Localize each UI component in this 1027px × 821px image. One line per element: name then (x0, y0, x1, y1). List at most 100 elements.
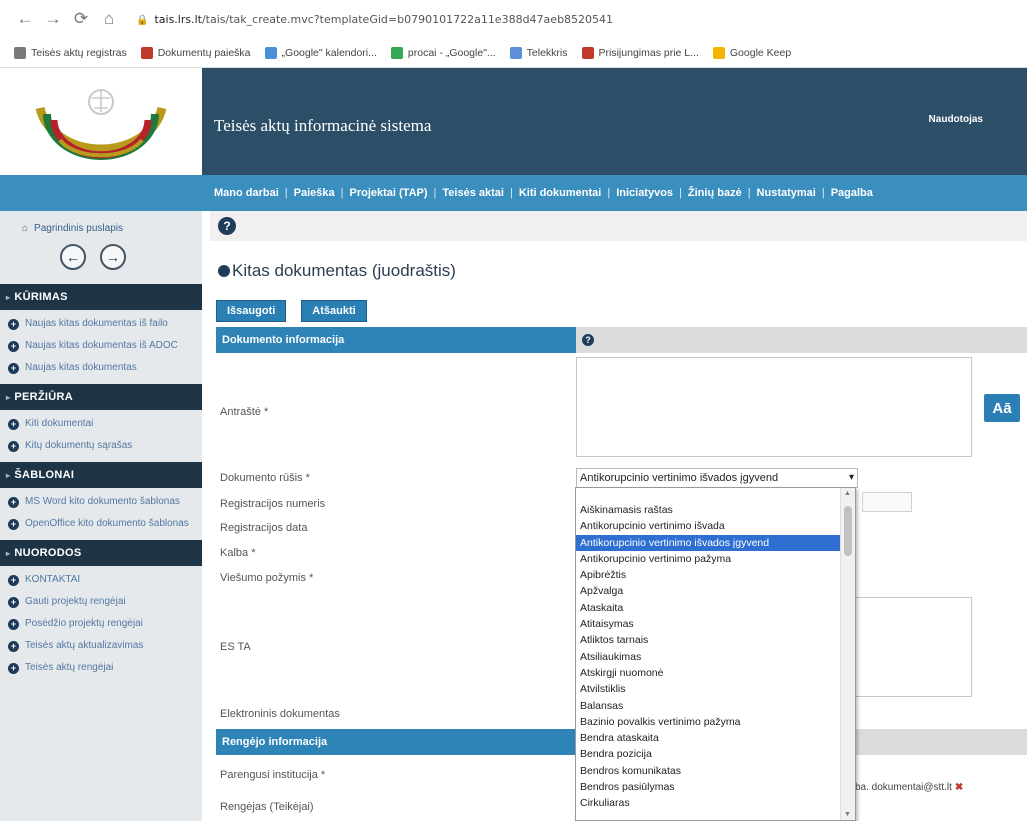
menu-item[interactable]: Kiti dokumentai (519, 187, 602, 199)
dropdown-option[interactable]: Bendra ataskaita (576, 730, 840, 746)
dropdown-option[interactable]: Bazinio povalkis vertinimo pažyma (576, 714, 840, 730)
forward-arrow-button[interactable]: → (100, 244, 126, 270)
bookmark-label: Teisės aktų registras (31, 46, 127, 59)
bookmark-item[interactable]: Prisijungimas prie L... (581, 46, 699, 59)
sidebar-item[interactable]: + Gauti projektų rengėjai (0, 588, 202, 610)
reload-icon[interactable]: ⟳ (70, 8, 92, 30)
menu-item[interactable]: Projektai (TAP) (350, 187, 428, 199)
scroll-down-icon[interactable]: ▼ (844, 811, 851, 818)
sidebar-item[interactable]: + Naujas kitas dokumentas iš ADOC (0, 332, 202, 354)
cancel-button[interactable]: Atšaukti (301, 300, 367, 322)
dropdown-option[interactable]: Bendra pozicija (576, 746, 840, 762)
dropdown-option[interactable]: Atsiliaukimas (576, 649, 840, 665)
bookmark-item[interactable]: Dokumentų paieška (140, 46, 251, 59)
history-nav: ← → (0, 234, 202, 270)
sidebar-section-header: NUORODOS (0, 540, 202, 566)
sidebar-item[interactable]: + MS Word kito dokumento šablonas (0, 488, 202, 510)
user-link[interactable]: Naudotojas (929, 114, 983, 125)
home-icon[interactable]: ⌂ (98, 8, 120, 30)
bookmark-item[interactable]: „Google" kalendori... (264, 46, 377, 59)
label-es-ta: ES TA (220, 641, 251, 653)
label-reg-data: Registracijos data (220, 522, 308, 534)
bookmark-item[interactable]: Teisės aktų registras (14, 46, 127, 59)
back-arrow-button[interactable]: ← (60, 244, 86, 270)
sidebar-item-label: Teisės aktų rengėjai (25, 662, 114, 673)
page-title-text: Kitas dokumentas (juodraštis) (232, 261, 456, 280)
plus-icon: + (8, 363, 19, 374)
bookmark-icon (390, 46, 403, 59)
dropdown-option[interactable]: Bendros komunikatas (576, 763, 840, 779)
sidebar-item[interactable]: + Kiti dokumentai (0, 410, 202, 432)
dropdown-option[interactable]: Atskirgji nuomonė (576, 665, 840, 681)
bookmark-icon (509, 46, 522, 59)
sidebar-item[interactable]: + Naujas kitas dokumentas iš failo (0, 310, 202, 332)
sidebar-item[interactable]: + OpenOffice kito dokumento šablonas (0, 510, 202, 532)
menu-separator: | (679, 187, 682, 199)
dropdown-scrollbar[interactable]: ▲ ▼ (840, 488, 855, 820)
remove-icon[interactable]: ✖ (955, 782, 963, 793)
plus-icon: + (8, 441, 19, 452)
plus-icon: + (8, 597, 19, 608)
dropdown-option[interactable]: Apibrėžtis (576, 567, 840, 583)
doc-info-help: ? (576, 327, 1027, 353)
sidebar-item[interactable]: + Teisės aktų aktualizavimas (0, 632, 202, 654)
save-button[interactable]: Išsaugoti (216, 300, 287, 322)
reg-number-input[interactable] (862, 492, 912, 512)
sidebar-item[interactable]: + Teisės aktų rengėjai (0, 654, 202, 676)
dropdown-option[interactable]: Antikorupcinio vertinimo išvados įgyvend (576, 534, 840, 551)
header-band: Teisės aktų informacinė sistema Naudotoj… (202, 68, 1027, 175)
antraste-textarea[interactable] (576, 357, 972, 457)
menu-item[interactable]: Pagalba (831, 187, 873, 199)
dropdown-option[interactable]: Antikorupcinio vertinimo išvada (576, 518, 840, 534)
bookmark-item[interactable]: Telekkris (509, 46, 568, 59)
help-icon[interactable]: ? (218, 217, 236, 235)
bookmark-icon (264, 46, 277, 59)
doc-type-select[interactable]: Antikorupcinio vertinimo išvados įgyvend… (576, 468, 858, 488)
menu-item[interactable]: Teisės aktai (442, 187, 504, 199)
sidebar-item[interactable]: + KONTAKTAI (0, 566, 202, 588)
dropdown-option[interactable]: Cirkuliaras (576, 795, 840, 811)
label-viesumo: Viešumo požymis * (220, 572, 314, 584)
dropdown-option[interactable]: Atvilstiklis (576, 681, 840, 697)
bookmark-item[interactable]: Google Keep (712, 46, 791, 59)
sidebar-item[interactable]: + Posėdžio projektų rengėjai (0, 610, 202, 632)
aa-format-button[interactable]: Aā (984, 394, 1020, 422)
sidebar-item[interactable]: + Kitų dokumentų sąrašas (0, 432, 202, 454)
help-icon[interactable]: ? (582, 334, 594, 346)
form-actions: Išsaugoti Atšaukti (216, 300, 367, 322)
home-link[interactable]: ⌂ Pagrindinis puslapis (0, 211, 202, 234)
menu-item[interactable]: Iniciatyvos (616, 187, 673, 199)
bookmark-item[interactable]: procai - „Google"... (390, 46, 496, 59)
menu-separator: | (433, 187, 437, 199)
plus-icon: + (8, 663, 19, 674)
dropdown-option[interactable]: Bendros pasiūlymas (576, 779, 840, 795)
forward-icon[interactable]: → (42, 8, 64, 30)
scroll-up-icon[interactable]: ▲ (844, 490, 851, 497)
sidebar-item-label: Naujas kitas dokumentas (25, 362, 137, 373)
dropdown-option[interactable]: Atliktos tarnais (576, 632, 840, 648)
doc-type-value: Antikorupcinio vertinimo išvados įgyvend (580, 472, 779, 484)
dropdown-option[interactable]: Aiškinamasis raštas (576, 502, 840, 518)
sidebar-item[interactable]: + Naujas kitas dokumentas (0, 354, 202, 376)
lock-icon: 🔒 (136, 14, 149, 26)
dropdown-option[interactable]: Ataskaita (576, 600, 840, 616)
menu-item[interactable]: Paieška (294, 187, 335, 199)
chevron-down-icon: ▾ (848, 472, 854, 483)
state-logo[interactable] (0, 68, 202, 175)
seal-emblem-icon (35, 89, 167, 160)
menu-separator: | (821, 187, 825, 199)
dropdown-option[interactable]: Atitaisymas (576, 616, 840, 632)
url-field[interactable]: 🔒 tais.lrs.lt/tais/tak_create.mvc?templat… (136, 13, 613, 26)
es-ta-textarea[interactable] (855, 597, 972, 697)
menu-item[interactable]: Žinių bazė (688, 187, 742, 199)
house-icon: ⌂ (22, 223, 29, 234)
dropdown-option[interactable]: Apžvalga (576, 583, 840, 599)
back-icon[interactable]: ← (14, 8, 36, 30)
dropdown-option[interactable]: Balansas (576, 698, 840, 714)
email-tag: ba. dokumentai@stt.lt ✖ (855, 782, 963, 793)
menu-item[interactable]: Nustatymai (757, 187, 816, 199)
doc-type-dropdown: Aiškinamasis raštas Antikorupcinio vertin… (575, 487, 856, 821)
menu-item[interactable]: Mano darbai (214, 187, 279, 199)
dropdown-option[interactable]: Antikorupcinio vertinimo pažyma (576, 551, 840, 567)
scrollbar-thumb[interactable] (844, 506, 852, 556)
